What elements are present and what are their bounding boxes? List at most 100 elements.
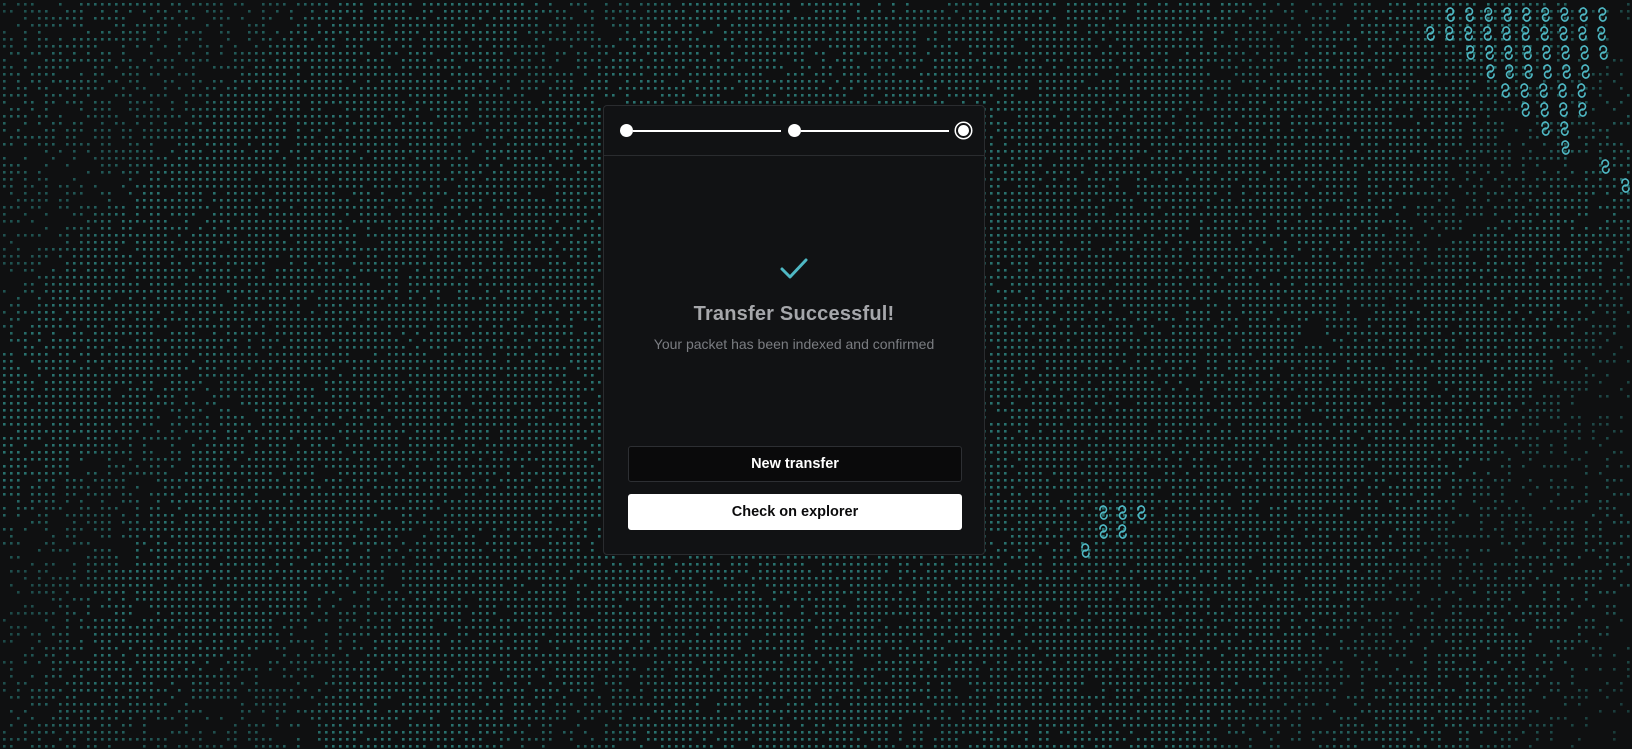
background-dot: [1354, 59, 1357, 62]
background-dot: [1361, 108, 1364, 111]
background-dot: [101, 3, 104, 6]
background-dot: [1305, 59, 1308, 62]
background-dot: [409, 178, 412, 181]
background-dot: [1494, 52, 1497, 55]
background-dot: [1263, 185, 1266, 188]
background-dot: [1403, 157, 1406, 160]
background-dot: [1116, 52, 1119, 55]
background-dot: [605, 73, 608, 76]
background-dot: [1431, 136, 1434, 139]
background-dot: [1473, 185, 1476, 188]
background-dot: [353, 101, 356, 104]
background-dot: [185, 17, 188, 20]
background-dot: [675, 73, 678, 76]
background-dot: [493, 185, 496, 188]
background-dot: [1228, 192, 1231, 195]
background-dot: [1228, 3, 1231, 6]
background-dot: [934, 101, 937, 104]
background-dot: [80, 122, 83, 125]
background-dot: [1291, 143, 1294, 146]
background-dot: [724, 10, 727, 13]
background-dot: [339, 143, 342, 146]
background-dot: [1200, 52, 1203, 55]
background-dot: [1165, 143, 1168, 146]
background-dot: [1312, 185, 1315, 188]
background-dot: [1032, 157, 1035, 160]
background-dot: [1508, 157, 1511, 160]
background-dot: [213, 150, 216, 153]
background-dot: [17, 108, 20, 111]
background-dot: [899, 87, 902, 90]
background-dot: [227, 115, 230, 118]
background-dot: [1305, 73, 1308, 76]
background-dot: [255, 150, 258, 153]
background-dot: [1095, 157, 1098, 160]
background-dot: [94, 157, 97, 160]
background-dot: [822, 31, 825, 34]
background-dot: [388, 87, 391, 90]
background-dot: [178, 157, 181, 160]
background-dot: [1158, 3, 1161, 6]
background-dot: [549, 164, 552, 167]
background-dot: [486, 157, 489, 160]
background-dot: [1081, 108, 1084, 111]
background-dot: [1137, 10, 1140, 13]
background-dot: [1431, 108, 1434, 111]
background-dot: [1389, 24, 1392, 27]
background-dot: [402, 178, 405, 181]
background-dot: [1368, 101, 1371, 104]
background-dot: [885, 31, 888, 34]
background-dot: [171, 178, 174, 181]
background-dot: [955, 3, 958, 6]
background-dot: [143, 87, 146, 90]
background-dot: [1319, 94, 1322, 97]
background-dot: [1396, 115, 1399, 118]
background-dot: [563, 108, 566, 111]
background-dot: [10, 52, 13, 55]
background-dot: [1347, 143, 1350, 146]
background-dot: [1228, 143, 1231, 146]
background-dot: [969, 10, 972, 13]
background-dot: [241, 150, 244, 153]
background-dot: [1543, 171, 1546, 174]
background-dot: [1382, 108, 1385, 111]
background-dot: [381, 129, 384, 132]
background-dot: [1557, 31, 1560, 34]
background-dot: [73, 45, 76, 48]
background-dot: [437, 150, 440, 153]
background-dot: [1382, 31, 1385, 34]
background-dot: [360, 129, 363, 132]
background-dot: [1095, 3, 1098, 6]
background-dot: [241, 192, 244, 195]
background-dot: [1130, 101, 1133, 104]
background-dot: [906, 66, 909, 69]
background-dot: [1193, 185, 1196, 188]
background-dot: [1130, 80, 1133, 83]
background-dot: [1235, 157, 1238, 160]
background-dot: [500, 178, 503, 181]
background-dot: [1445, 73, 1448, 76]
background-dot: [542, 66, 545, 69]
background-dot: [493, 178, 496, 181]
background-dot: [1382, 129, 1385, 132]
background-dot: [269, 157, 272, 160]
background-dot: [1480, 24, 1483, 27]
background-dot: [150, 115, 153, 118]
background-dot: [409, 80, 412, 83]
background-dot: [45, 101, 48, 104]
background-dot: [1130, 171, 1133, 174]
background-dot: [591, 17, 594, 20]
background-dot: [1417, 17, 1420, 20]
background-dot: [458, 115, 461, 118]
background-dot: [556, 73, 559, 76]
background-dot: [465, 52, 468, 55]
background-dot: [1011, 87, 1014, 90]
background-dot: [976, 94, 979, 97]
background-dot: [1438, 192, 1441, 195]
background-dot: [682, 17, 685, 20]
background-dot: [535, 31, 538, 34]
background-dot: [1340, 31, 1343, 34]
background-dot: [367, 24, 370, 27]
background-dot: [185, 10, 188, 13]
background-dot: [1424, 101, 1427, 104]
